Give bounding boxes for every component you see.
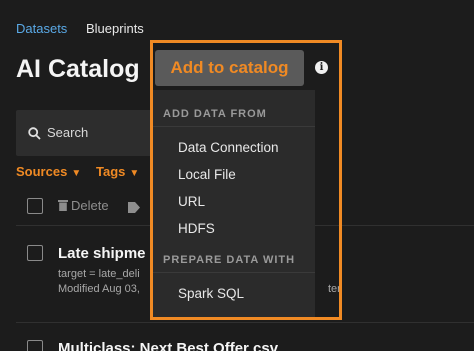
dataset-target: target = late_deli [58, 268, 140, 280]
trash-icon [58, 200, 68, 211]
add-to-catalog-button[interactable]: Add to catalog [155, 50, 304, 86]
select-all-checkbox[interactable] [27, 198, 43, 214]
search-icon [28, 127, 41, 140]
delete-label: Delete [71, 198, 109, 213]
tag-icon [128, 202, 140, 213]
tag-button[interactable] [128, 200, 142, 218]
tab-blueprints[interactable]: Blueprints [86, 21, 144, 36]
chevron-down-icon: ▼ [129, 168, 140, 179]
search-input[interactable]: Search [16, 110, 156, 156]
page-title: AI Catalog [16, 55, 140, 83]
row-divider [16, 322, 474, 323]
tags-filter[interactable]: Tags ▼ [96, 164, 139, 179]
dataset-title[interactable]: Late shipme [58, 245, 146, 262]
tags-filter-label: Tags [96, 164, 126, 179]
dataset-modified: Modified Aug 03, [58, 283, 140, 295]
row-checkbox[interactable] [27, 245, 43, 261]
sources-filter[interactable]: Sources ▼ [16, 164, 81, 179]
search-label: Search [47, 125, 89, 140]
sources-filter-label: Sources [16, 164, 68, 179]
row-checkbox[interactable] [27, 340, 43, 351]
delete-button[interactable]: Delete [58, 198, 109, 213]
info-icon[interactable]: i [315, 61, 328, 74]
tab-datasets[interactable]: Datasets [16, 21, 67, 36]
chevron-down-icon: ▼ [71, 168, 82, 179]
dataset-title[interactable]: Multiclass: Next Best Offer csv [58, 340, 278, 351]
